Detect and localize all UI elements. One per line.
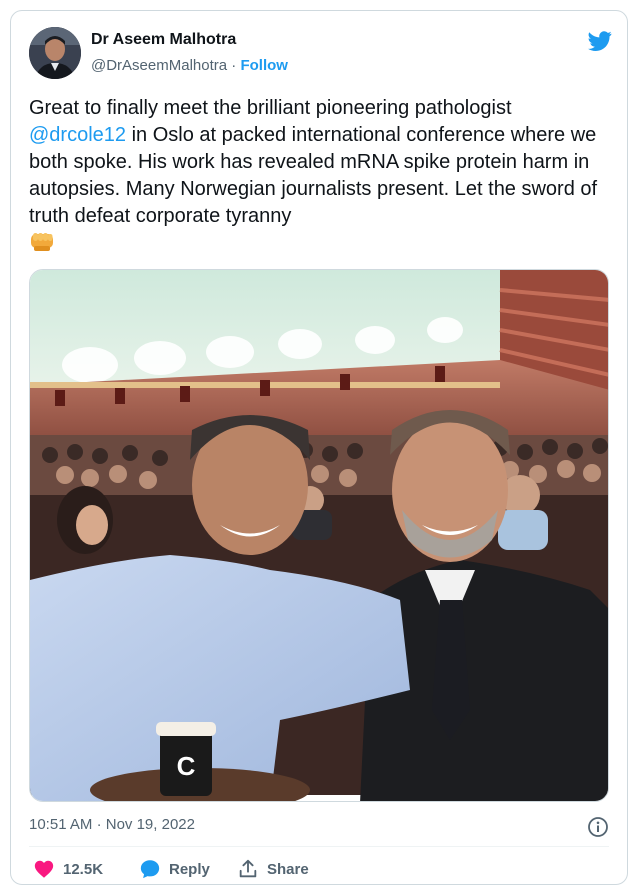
- tweet-header: Dr Aseem Malhotra @DrAseemMalhotra · Fol…: [29, 25, 612, 81]
- reply-label: Reply: [169, 860, 210, 878]
- tweet-text-before: Great to finally meet the brilliant pion…: [29, 97, 512, 119]
- tweet-time[interactable]: 10:51 AM: [29, 816, 92, 833]
- time-separator: ·: [96, 816, 102, 833]
- divider: [29, 846, 609, 847]
- twitter-bird-icon[interactable]: [587, 29, 613, 53]
- author-avatar[interactable]: [29, 27, 81, 79]
- tweet-photo[interactable]: C: [29, 269, 609, 802]
- share-icon: [239, 859, 257, 878]
- author-handle-line: @DrAseemMalhotra · Follow: [91, 57, 288, 74]
- handle-separator: ·: [231, 57, 237, 74]
- oncoming-fist-icon: [31, 233, 53, 251]
- heart-icon: [34, 860, 54, 878]
- reply-button[interactable]: Reply: [139, 858, 210, 880]
- cup-label: C: [177, 751, 196, 781]
- author-name[interactable]: Dr Aseem Malhotra: [91, 31, 236, 49]
- follow-button[interactable]: Follow: [240, 57, 288, 74]
- tweet-text: Great to finally meet the brilliant pion…: [29, 95, 609, 257]
- tweet-date[interactable]: Nov 19, 2022: [106, 816, 195, 833]
- author-handle[interactable]: @DrAseemMalhotra: [91, 57, 227, 74]
- like-count: 12.5K: [63, 860, 104, 878]
- reply-bubble-icon: [140, 860, 160, 879]
- mention-link[interactable]: @drcole12: [29, 124, 126, 146]
- tweet-actions: 12.5K Reply Share: [29, 858, 609, 884]
- timestamp-row: 10:51 AM · Nov 19, 2022: [29, 816, 609, 838]
- share-button[interactable]: Share: [237, 858, 309, 880]
- tweet-card: Dr Aseem Malhotra @DrAseemMalhotra · Fol…: [10, 10, 628, 885]
- like-button[interactable]: 12.5K: [33, 858, 103, 880]
- info-icon[interactable]: [587, 816, 609, 838]
- share-label: Share: [267, 860, 309, 878]
